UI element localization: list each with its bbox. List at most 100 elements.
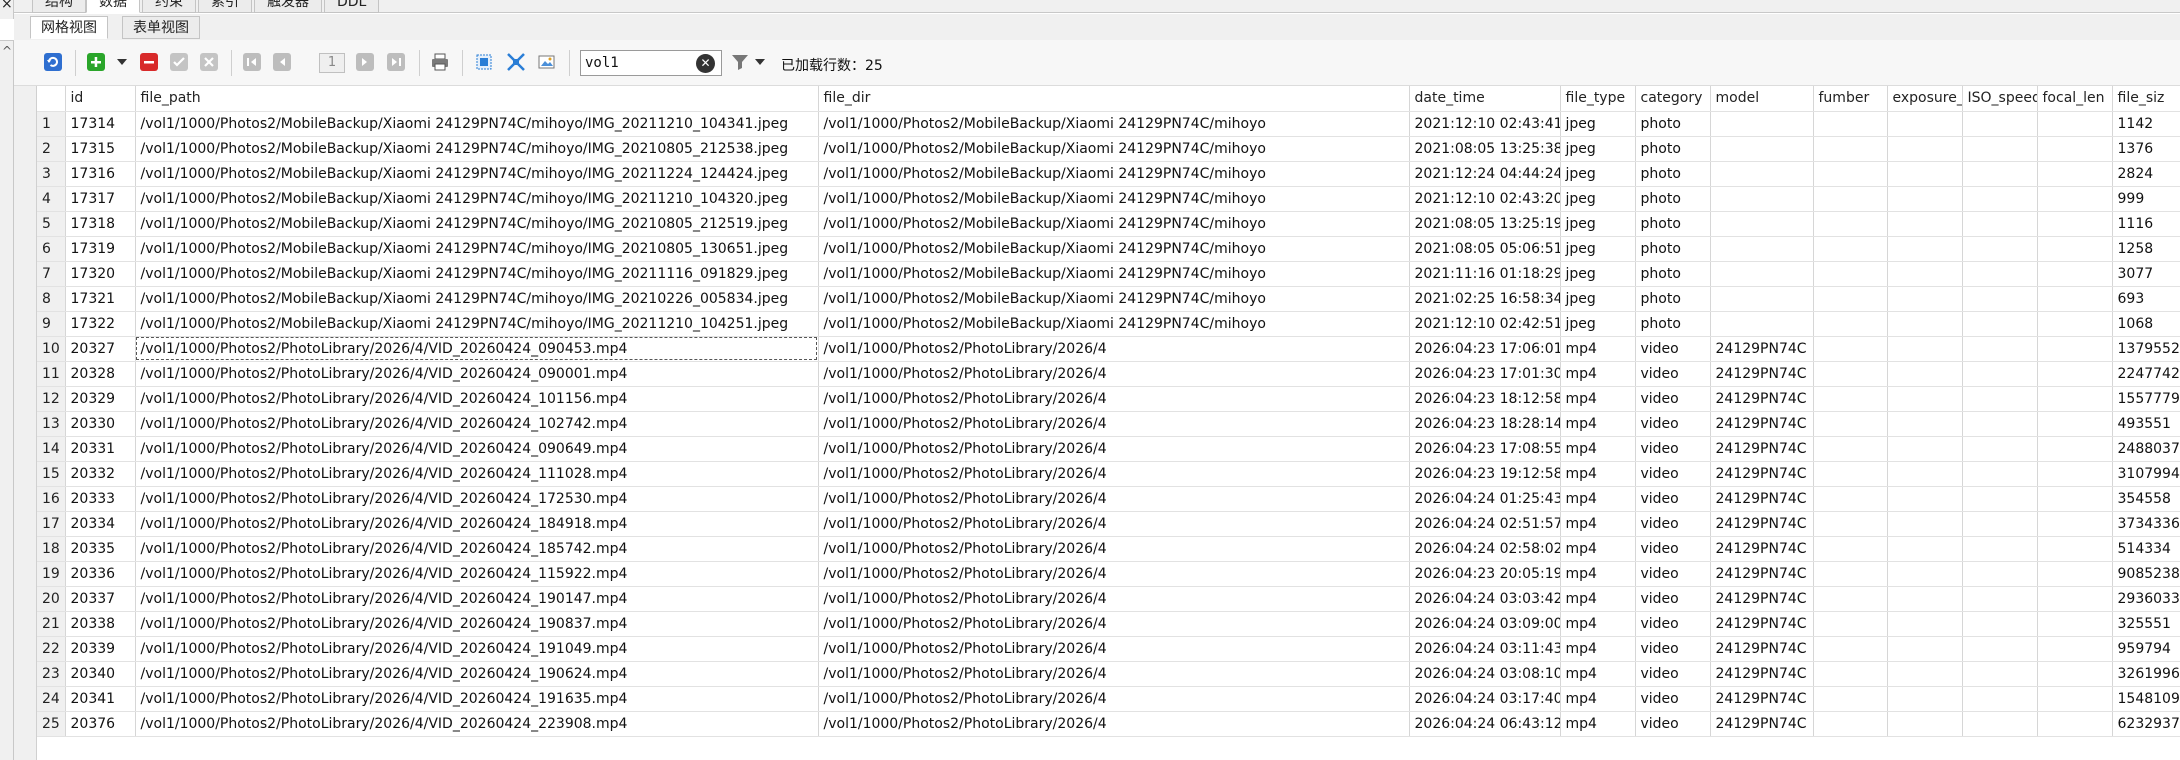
cell-file-type[interactable]: mp4 xyxy=(1560,711,1636,737)
cell-exposure-[interactable] xyxy=(1887,361,1963,387)
cell-file-type[interactable]: mp4 xyxy=(1560,686,1636,712)
cell-id[interactable]: 20331 xyxy=(65,436,136,462)
column-header-file-type[interactable]: file_type xyxy=(1560,86,1636,112)
cell-file-siz[interactable]: 1379552 xyxy=(2112,336,2180,362)
cell-fumber[interactable] xyxy=(1813,411,1888,437)
tab-triggers[interactable]: 触发器 xyxy=(254,0,322,13)
select-icon[interactable] xyxy=(472,51,496,73)
row-number[interactable]: 19 xyxy=(37,561,66,587)
tab-form-view[interactable]: 表单视图 xyxy=(122,16,200,39)
cell-file-path[interactable]: /vol1/1000/Photos2/MobileBackup/Xiaomi 2… xyxy=(135,211,819,237)
cell-model[interactable]: 24129PN74C xyxy=(1710,586,1814,612)
cell-fumber[interactable] xyxy=(1813,361,1888,387)
cell-file-type[interactable]: mp4 xyxy=(1560,636,1636,662)
cell-category[interactable]: video xyxy=(1635,461,1711,487)
cell-file-type[interactable]: mp4 xyxy=(1560,511,1636,537)
cell-category[interactable]: video xyxy=(1635,361,1711,387)
cell-focal-len[interactable] xyxy=(2037,611,2113,637)
cell-iso-speed[interactable] xyxy=(1962,436,2038,462)
cell-category[interactable]: video xyxy=(1635,661,1711,687)
cell-exposure-[interactable] xyxy=(1887,461,1963,487)
table-row[interactable]: 13 20330/vol1/1000/Photos2/PhotoLibrary/2… xyxy=(37,411,2180,437)
cell-model[interactable]: 24129PN74C xyxy=(1710,511,1814,537)
cell-fumber[interactable] xyxy=(1813,161,1888,187)
cell-model[interactable]: 24129PN74C xyxy=(1710,536,1814,562)
cell-exposure-[interactable] xyxy=(1887,136,1963,162)
cell-id[interactable]: 20337 xyxy=(65,586,136,612)
cell-exposure-[interactable] xyxy=(1887,211,1963,237)
row-number[interactable]: 5 xyxy=(37,211,66,237)
cell-fumber[interactable] xyxy=(1813,486,1888,512)
cell-iso-speed[interactable] xyxy=(1962,261,2038,287)
cell-file-dir[interactable]: /vol1/1000/Photos2/PhotoLibrary/2026/4 xyxy=(818,586,1410,612)
cell-date-time[interactable]: 2026:04:24 03:17:40 xyxy=(1409,686,1561,712)
cell-fumber[interactable] xyxy=(1813,536,1888,562)
prev-page-icon[interactable] xyxy=(270,51,294,73)
cell-category[interactable]: video xyxy=(1635,486,1711,512)
cell-fumber[interactable] xyxy=(1813,136,1888,162)
cell-exposure-[interactable] xyxy=(1887,411,1963,437)
row-number[interactable]: 1 xyxy=(37,111,66,137)
tab-constraints[interactable]: 约束 xyxy=(142,0,196,13)
cell-iso-speed[interactable] xyxy=(1962,536,2038,562)
cell-file-dir[interactable]: /vol1/1000/Photos2/PhotoLibrary/2026/4 xyxy=(818,561,1410,587)
first-page-icon[interactable] xyxy=(240,51,264,73)
cell-focal-len[interactable] xyxy=(2037,661,2113,687)
cell-file-dir[interactable]: /vol1/1000/Photos2/MobileBackup/Xiaomi 2… xyxy=(818,236,1410,262)
cell-exposure-[interactable] xyxy=(1887,436,1963,462)
cell-model[interactable] xyxy=(1710,286,1814,312)
row-number[interactable]: 17 xyxy=(37,511,66,537)
cell-exposure-[interactable] xyxy=(1887,111,1963,137)
filter-input[interactable] xyxy=(585,54,691,72)
cell-date-time[interactable]: 2021:12:24 04:44:24 xyxy=(1409,161,1561,187)
cell-model[interactable]: 24129PN74C xyxy=(1710,336,1814,362)
cell-iso-speed[interactable] xyxy=(1962,186,2038,212)
last-page-icon[interactable] xyxy=(384,51,408,73)
column-header-category[interactable]: category xyxy=(1635,86,1711,112)
column-header-file-dir[interactable]: file_dir xyxy=(818,86,1410,112)
cell-iso-speed[interactable] xyxy=(1962,336,2038,362)
cell-exposure-[interactable] xyxy=(1887,511,1963,537)
cell-model[interactable] xyxy=(1710,211,1814,237)
cell-file-dir[interactable]: /vol1/1000/Photos2/PhotoLibrary/2026/4 xyxy=(818,386,1410,412)
refresh-icon[interactable] xyxy=(41,51,65,73)
cell-file-path[interactable]: /vol1/1000/Photos2/MobileBackup/Xiaomi 2… xyxy=(135,286,819,312)
cell-exposure-[interactable] xyxy=(1887,486,1963,512)
cell-file-siz[interactable]: 1376 xyxy=(2112,136,2180,162)
left-strip-field[interactable] xyxy=(0,19,14,41)
cell-exposure-[interactable] xyxy=(1887,611,1963,637)
cell-iso-speed[interactable] xyxy=(1962,511,2038,537)
cell-file-siz[interactable]: 2936033 xyxy=(2112,586,2180,612)
table-row[interactable]: 11 20328/vol1/1000/Photos2/PhotoLibrary/2… xyxy=(37,361,2180,387)
cell-id[interactable]: 20376 xyxy=(65,711,136,737)
cell-date-time[interactable]: 2026:04:24 02:51:57 xyxy=(1409,511,1561,537)
cell-file-dir[interactable]: /vol1/1000/Photos2/PhotoLibrary/2026/4 xyxy=(818,536,1410,562)
column-header-model[interactable]: model xyxy=(1710,86,1814,112)
cell-focal-len[interactable] xyxy=(2037,311,2113,337)
cell-id[interactable]: 20340 xyxy=(65,661,136,687)
cell-file-path[interactable]: /vol1/1000/Photos2/PhotoLibrary/2026/4/V… xyxy=(135,386,819,412)
cell-file-dir[interactable]: /vol1/1000/Photos2/PhotoLibrary/2026/4 xyxy=(818,486,1410,512)
cell-iso-speed[interactable] xyxy=(1962,161,2038,187)
cell-id[interactable]: 17322 xyxy=(65,311,136,337)
cell-fumber[interactable] xyxy=(1813,211,1888,237)
cell-iso-speed[interactable] xyxy=(1962,461,2038,487)
cell-file-type[interactable]: mp4 xyxy=(1560,536,1636,562)
cell-file-path[interactable]: /vol1/1000/Photos2/PhotoLibrary/2026/4/V… xyxy=(135,561,819,587)
cell-focal-len[interactable] xyxy=(2037,636,2113,662)
cell-iso-speed[interactable] xyxy=(1962,411,2038,437)
cell-iso-speed[interactable] xyxy=(1962,661,2038,687)
cell-exposure-[interactable] xyxy=(1887,336,1963,362)
row-number[interactable]: 12 xyxy=(37,386,66,412)
apply-icon[interactable] xyxy=(167,51,191,73)
cell-fumber[interactable] xyxy=(1813,336,1888,362)
cell-focal-len[interactable] xyxy=(2037,111,2113,137)
cell-file-dir[interactable]: /vol1/1000/Photos2/MobileBackup/Xiaomi 2… xyxy=(818,136,1410,162)
table-row[interactable]: 25 20376/vol1/1000/Photos2/PhotoLibrary/2… xyxy=(37,711,2180,737)
cell-focal-len[interactable] xyxy=(2037,161,2113,187)
cell-iso-speed[interactable] xyxy=(1962,386,2038,412)
cell-date-time[interactable]: 2026:04:23 18:28:14 xyxy=(1409,411,1561,437)
cell-file-path[interactable]: /vol1/1000/Photos2/MobileBackup/Xiaomi 2… xyxy=(135,261,819,287)
cell-model[interactable] xyxy=(1710,161,1814,187)
cell-focal-len[interactable] xyxy=(2037,486,2113,512)
